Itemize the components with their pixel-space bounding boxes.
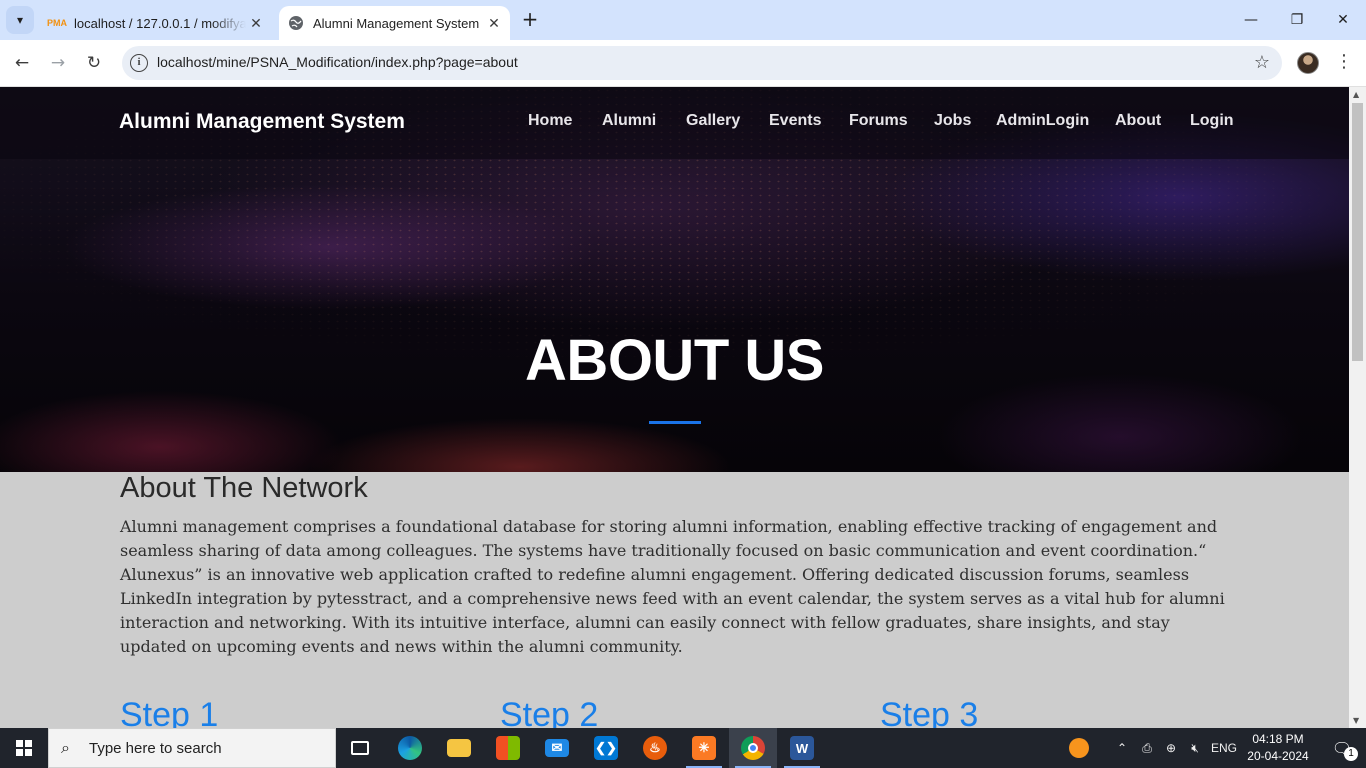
tray-volume-muted-icon[interactable]: 🔇︎ (1184, 728, 1206, 768)
search-placeholder: Type here to search (89, 740, 222, 757)
site-navbar: Alumni Management System Home Alumni Gal… (0, 87, 1349, 159)
clock-date: 20-04-2024 (1247, 749, 1309, 763)
hero-banner: Alumni Management System Home Alumni Gal… (0, 87, 1349, 472)
xampp-icon: ✳ (692, 736, 716, 760)
flame-icon: ♨ (643, 736, 667, 760)
close-tab-icon[interactable]: ✕ (484, 15, 504, 32)
profile-avatar[interactable] (1297, 52, 1319, 74)
url-text[interactable]: localhost/mine/PSNA_Modification/index.p… (157, 54, 518, 70)
notification-center-button[interactable]: 🗨︎ 1 (1318, 728, 1366, 768)
taskbar-vscode[interactable]: ❮❯ (582, 728, 630, 768)
nav-jobs[interactable]: Jobs (934, 112, 971, 130)
windows-taskbar: ⌕ Type here to search ✉ ❮❯ ♨ ✳ W ⌃ ⎙ ⊕ 🔇… (0, 728, 1366, 768)
tab-search-button[interactable]: ▾ (6, 6, 34, 34)
task-view-button[interactable] (336, 728, 384, 768)
taskbar-word[interactable]: W (778, 728, 826, 768)
taskbar-chrome[interactable] (729, 728, 777, 768)
page-scrollbar[interactable]: ▲ ▼ (1349, 87, 1366, 728)
site-info-icon[interactable]: i (130, 54, 148, 72)
folder-icon (447, 739, 471, 757)
tray-meet-now-icon[interactable]: ⎙ (1136, 728, 1158, 768)
close-tab-icon[interactable]: ✕ (246, 15, 266, 32)
taskbar-mail[interactable]: ✉ (533, 728, 581, 768)
title-underline (649, 421, 701, 424)
taskbar-xampp[interactable]: ✳ (680, 728, 728, 768)
new-tab-button[interactable]: + (518, 8, 542, 32)
page-title: ABOUT US (525, 328, 824, 393)
vscode-icon: ❮❯ (594, 736, 618, 760)
restore-button[interactable]: ❐ (1274, 0, 1320, 40)
taskbar-edge[interactable] (386, 728, 434, 768)
scroll-up-arrow-icon[interactable]: ▲ (1353, 90, 1359, 99)
nav-about[interactable]: About (1115, 112, 1161, 130)
step-3-heading: Step 3 (880, 696, 979, 728)
minimize-button[interactable]: — (1228, 0, 1274, 40)
tab-phpmyadmin[interactable]: PMA localhost / 127.0.0.1 / modifyalumni… (40, 6, 272, 40)
reload-button[interactable]: ↻ (81, 50, 107, 76)
scroll-thumb[interactable] (1352, 103, 1363, 361)
step-2-heading: Step 2 (500, 696, 599, 728)
store-icon (496, 736, 520, 760)
back-button[interactable]: ← (9, 50, 35, 76)
clock-time: 04:18 PM (1252, 732, 1304, 746)
taskbar-firebird[interactable]: ♨ (631, 728, 679, 768)
task-view-icon (351, 741, 369, 755)
taskbar-clock[interactable]: 04:18 PM 20-04-2024 (1242, 731, 1314, 765)
browser-toolbar: ← → ↻ i localhost/mine/PSNA_Modification… (0, 40, 1366, 87)
phpmyadmin-icon: PMA (47, 18, 67, 28)
globe-icon (288, 15, 304, 31)
about-section: About The Network Alumni management comp… (0, 472, 1349, 728)
nav-alumni[interactable]: Alumni (602, 112, 656, 130)
nav-login[interactable]: Login (1190, 112, 1234, 130)
tray-network-icon[interactable]: ⊕ (1160, 728, 1182, 768)
weather-sun-icon (1069, 738, 1089, 758)
tray-weather[interactable] (1064, 728, 1094, 768)
nav-events[interactable]: Events (769, 112, 821, 130)
tab-alumni-management[interactable]: Alumni Management System ✕ (279, 6, 510, 40)
page-viewport: Alumni Management System Home Alumni Gal… (0, 87, 1349, 728)
edge-icon (398, 736, 422, 760)
close-window-button[interactable]: ✕ (1320, 0, 1366, 40)
chrome-icon (741, 736, 765, 760)
tab-title: Alumni Management System (313, 15, 480, 31)
browser-menu-icon[interactable]: ⋮ (1335, 51, 1353, 73)
taskbar-store[interactable] (484, 728, 532, 768)
site-brand[interactable]: Alumni Management System (119, 110, 405, 134)
address-bar[interactable]: i localhost/mine/PSNA_Modification/index… (122, 46, 1282, 80)
section-paragraph: Alumni management comprises a foundation… (120, 517, 1225, 656)
windows-logo-icon (16, 740, 32, 756)
section-heading: About The Network (120, 472, 368, 504)
mail-icon: ✉ (545, 739, 569, 757)
tray-overflow-chevron-icon[interactable]: ⌃ (1112, 728, 1132, 768)
tray-language[interactable]: ENG (1208, 728, 1240, 768)
bookmark-star-icon[interactable]: ☆ (1254, 52, 1270, 73)
forward-button[interactable]: → (45, 50, 71, 76)
browser-tab-strip: ▾ PMA localhost / 127.0.0.1 / modifyalum… (0, 0, 1366, 40)
nav-forums[interactable]: Forums (849, 112, 908, 130)
step-1-heading: Step 1 (120, 696, 219, 728)
search-icon: ⌕ (61, 738, 70, 757)
tab-title: localhost / 127.0.0.1 / modifyalumni (74, 15, 246, 31)
word-icon: W (790, 736, 814, 760)
nav-gallery[interactable]: Gallery (686, 112, 740, 130)
notification-count-badge: 1 (1344, 747, 1358, 761)
nav-adminlogin[interactable]: AdminLogin (996, 112, 1089, 130)
start-button[interactable] (0, 728, 48, 768)
nav-home[interactable]: Home (528, 112, 572, 130)
taskbar-file-explorer[interactable] (435, 728, 483, 768)
scroll-down-arrow-icon[interactable]: ▼ (1353, 716, 1359, 725)
taskbar-search-box[interactable]: ⌕ Type here to search (48, 728, 336, 768)
